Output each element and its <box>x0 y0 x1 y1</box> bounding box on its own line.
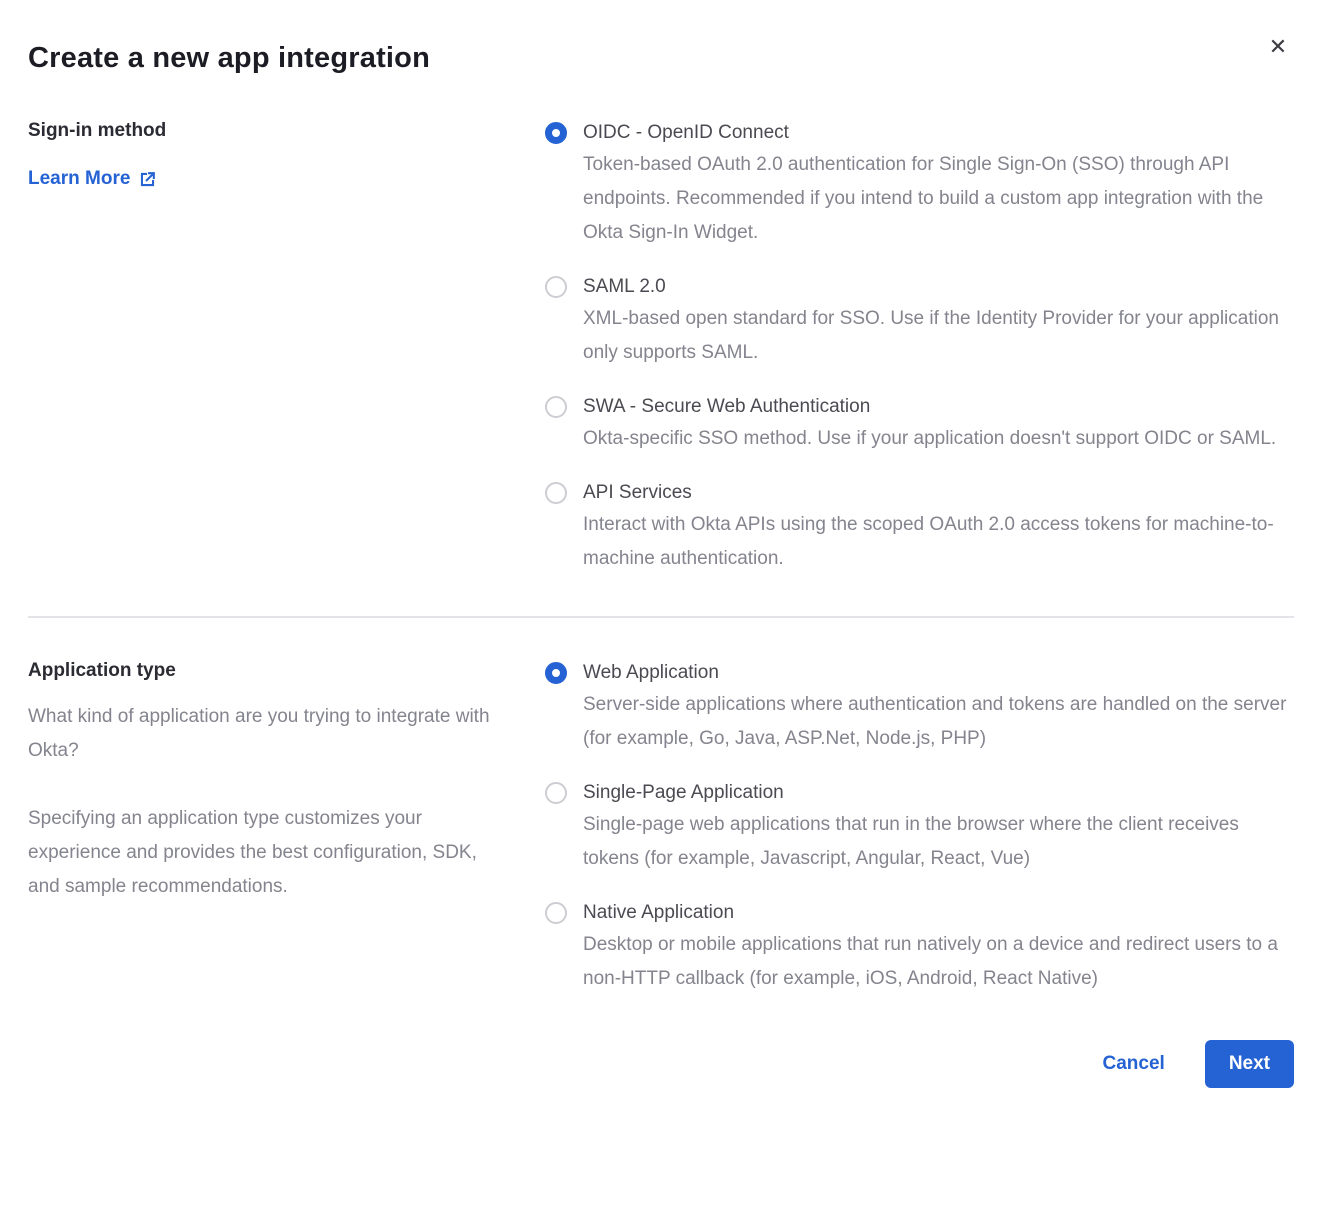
option-description: Server-side applications where authentic… <box>583 688 1296 756</box>
create-app-integration-dialog: ✕ Create a new app integration Sign-in m… <box>0 0 1332 1210</box>
application-type-note: Specifying an application type customize… <box>28 802 505 904</box>
option-description: Single-page web applications that run in… <box>583 808 1296 876</box>
option-label: SAML 2.0 <box>583 272 1296 302</box>
option-label: Native Application <box>583 898 1296 928</box>
radio-option-saml[interactable]: SAML 2.0 XML-based open standard for SSO… <box>545 272 1296 370</box>
radio-option-swa[interactable]: SWA - Secure Web Authentication Okta-spe… <box>545 392 1296 456</box>
signin-method-label: Sign-in method <box>28 118 505 144</box>
signin-method-radio-group: OIDC - OpenID Connect Token-based OAuth … <box>545 118 1296 576</box>
radio-unselected-icon[interactable] <box>545 276 567 298</box>
application-type-question: What kind of application are you trying … <box>28 700 505 768</box>
radio-unselected-icon[interactable] <box>545 782 567 804</box>
signin-method-section: Sign-in method Learn More OIDC - OpenID … <box>28 118 1296 576</box>
option-label: OIDC - OpenID Connect <box>583 118 1296 148</box>
application-type-label: Application type <box>28 658 505 684</box>
radio-unselected-icon[interactable] <box>545 482 567 504</box>
next-button[interactable]: Next <box>1205 1040 1294 1088</box>
radio-option-oidc[interactable]: OIDC - OpenID Connect Token-based OAuth … <box>545 118 1296 250</box>
learn-more-label: Learn More <box>28 168 130 190</box>
page-title: Create a new app integration <box>28 40 1296 76</box>
radio-selected-icon[interactable] <box>545 122 567 144</box>
option-description: Okta-specific SSO method. Use if your ap… <box>583 422 1276 456</box>
radio-option-single-page-application[interactable]: Single-Page Application Single-page web … <box>545 778 1296 876</box>
option-label: Single-Page Application <box>583 778 1296 808</box>
radio-option-api-services[interactable]: API Services Interact with Okta APIs usi… <box>545 478 1296 576</box>
option-description: XML-based open standard for SSO. Use if … <box>583 302 1296 370</box>
radio-option-web-application[interactable]: Web Application Server-side applications… <box>545 658 1296 756</box>
radio-selected-icon[interactable] <box>545 662 567 684</box>
radio-unselected-icon[interactable] <box>545 902 567 924</box>
radio-unselected-icon[interactable] <box>545 396 567 418</box>
option-label: API Services <box>583 478 1296 508</box>
option-description: Token-based OAuth 2.0 authentication for… <box>583 148 1296 250</box>
application-type-radio-group: Web Application Server-side applications… <box>545 658 1296 996</box>
close-icon[interactable]: ✕ <box>1264 34 1292 62</box>
option-label: Web Application <box>583 658 1296 688</box>
option-description: Desktop or mobile applications that run … <box>583 928 1296 996</box>
section-divider <box>28 616 1294 618</box>
option-description: Interact with Okta APIs using the scoped… <box>583 508 1296 576</box>
radio-option-native-application[interactable]: Native Application Desktop or mobile app… <box>545 898 1296 996</box>
external-link-icon <box>138 170 157 189</box>
cancel-button[interactable]: Cancel <box>1103 1053 1165 1075</box>
option-label: SWA - Secure Web Authentication <box>583 392 1276 422</box>
learn-more-link[interactable]: Learn More <box>28 168 157 190</box>
application-type-section: Application type What kind of applicatio… <box>28 658 1296 996</box>
dialog-footer: Cancel Next <box>28 1040 1296 1088</box>
